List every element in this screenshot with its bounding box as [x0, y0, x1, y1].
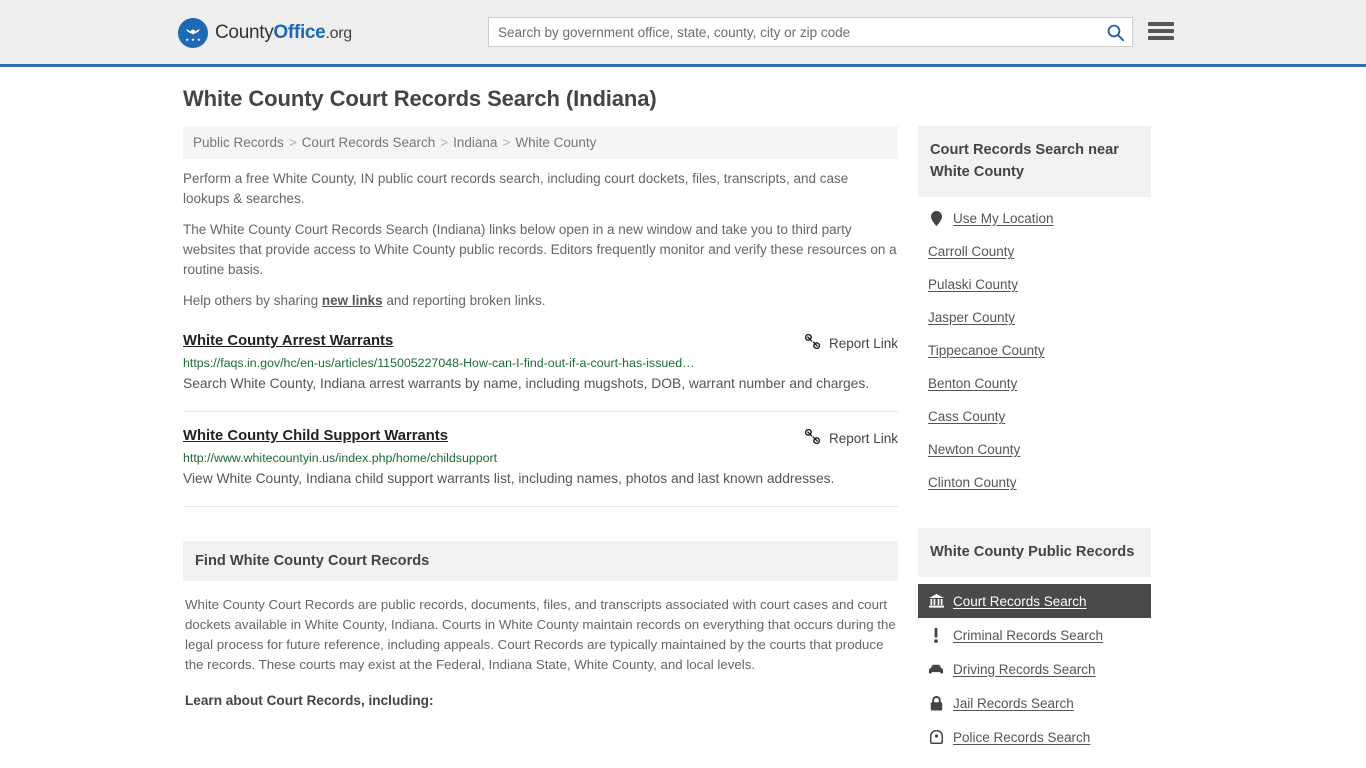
- sidebar-public-records-block: White County Public Records Court Record…: [918, 528, 1151, 754]
- results-list: White County Arrest Warrants Report Link: [183, 333, 898, 507]
- sidebar-public-records-list: Court Records Search Criminal Records Se…: [918, 577, 1151, 754]
- learn-about-heading: Learn about Court Records, including:: [185, 693, 434, 708]
- breadcrumb: Public Records > Court Records Search > Indi…: [183, 126, 898, 159]
- page-container: White County Court Records Search (India…: [183, 67, 1183, 754]
- intro-paragraph-3: Help others by sharing new links and rep…: [183, 291, 898, 311]
- find-records-heading: Find White County Court Records: [183, 541, 898, 581]
- find-records-body: White County Court Records are public re…: [183, 581, 898, 711]
- sidebar-item-label: Court Records Search: [953, 593, 1087, 609]
- sidebar-item-clinton-county[interactable]: Clinton County: [918, 466, 1151, 499]
- breadcrumb-item-indiana[interactable]: Indiana: [453, 135, 497, 150]
- search-bar: [488, 17, 1133, 47]
- intro-p3-before: Help others by sharing: [183, 293, 322, 308]
- find-records-paragraph: White County Court Records are public re…: [185, 597, 896, 672]
- search-icon[interactable]: [1105, 22, 1125, 42]
- new-links-link[interactable]: new links: [322, 293, 383, 308]
- report-link-label: Report Link: [828, 430, 898, 446]
- breadcrumb-separator: >: [440, 135, 449, 150]
- sidebar-item-label: Jasper County: [928, 310, 1016, 325]
- intro-text: Perform a free White County, IN public c…: [183, 169, 898, 311]
- sidebar-item-label: Benton County: [928, 376, 1018, 391]
- sidebar-item-label: Cass County: [928, 409, 1006, 424]
- sidebar-item-newton-county[interactable]: Newton County: [918, 433, 1151, 466]
- hamburger-bar: [1148, 22, 1174, 26]
- main-content: Public Records > Court Records Search > Indi…: [183, 126, 898, 711]
- sidebar-item-cass-county[interactable]: Cass County: [918, 400, 1151, 433]
- intro-p3-after: and reporting broken links.: [382, 293, 546, 308]
- breadcrumb-item-public-records[interactable]: Public Records: [193, 135, 284, 150]
- sidebar-item-jail-records-search[interactable]: Jail Records Search: [918, 686, 1151, 720]
- sidebar-near-list: Use My Location Carroll County Pulaski C…: [918, 197, 1151, 499]
- breadcrumb-separator: >: [502, 135, 511, 150]
- result-item: White County Arrest Warrants Report Link: [183, 333, 898, 412]
- report-link-label: Report Link: [828, 335, 898, 351]
- result-description: Search White County, Indiana arrest warr…: [183, 376, 870, 391]
- sidebar-item-label: Driving Records Search: [953, 661, 1096, 677]
- sidebar-item-label: Carroll County: [928, 244, 1015, 259]
- sidebar-item-court-records-search[interactable]: Court Records Search: [918, 584, 1151, 618]
- sidebar-item-pulaski-county[interactable]: Pulaski County: [918, 268, 1151, 301]
- car-icon: [928, 661, 944, 677]
- courthouse-icon: [928, 593, 944, 609]
- breadcrumb-separator: >: [288, 135, 297, 150]
- broken-link-icon: [804, 428, 821, 447]
- breadcrumb-item-white-county[interactable]: White County: [515, 135, 596, 150]
- sidebar-item-tippecanoe-county[interactable]: Tippecanoe County: [918, 334, 1151, 367]
- intro-paragraph-1: Perform a free White County, IN public c…: [183, 171, 849, 206]
- report-link-button[interactable]: Report Link: [804, 428, 898, 447]
- hamburger-bar: [1148, 36, 1174, 40]
- sidebar-public-records-heading: White County Public Records: [918, 528, 1151, 577]
- search-box[interactable]: [488, 17, 1133, 47]
- report-link-button[interactable]: Report Link: [804, 333, 898, 352]
- sidebar-near-heading: Court Records Search near White County: [918, 126, 1151, 197]
- sidebar-item-police-records-search[interactable]: Police Records Search: [918, 720, 1151, 754]
- logo-text-county: County: [215, 22, 274, 43]
- sidebar-item-use-my-location[interactable]: Use My Location: [918, 201, 1151, 235]
- sidebar-item-benton-county[interactable]: Benton County: [918, 367, 1151, 400]
- result-url: http://www.whitecountyin.us/index.php/ho…: [183, 451, 498, 465]
- map-pin-icon: [928, 210, 944, 226]
- breadcrumb-item-court-records-search[interactable]: Court Records Search: [302, 135, 436, 150]
- logo-text-org: .org: [325, 25, 352, 42]
- sidebar-item-label: Police Records Search: [953, 729, 1091, 745]
- result-url: https://faqs.in.gov/hc/en-us/articles/11…: [183, 356, 695, 370]
- sidebar-item-label: Criminal Records Search: [953, 627, 1104, 643]
- sidebar-item-label: Jail Records Search: [953, 695, 1074, 711]
- sidebar-item-criminal-records-search[interactable]: Criminal Records Search: [918, 618, 1151, 652]
- page-title: White County Court Records Search (India…: [183, 86, 657, 111]
- logo-wordmark: CountyOffice.org: [215, 22, 352, 44]
- sidebar-item-jasper-county[interactable]: Jasper County: [918, 301, 1151, 334]
- hamburger-menu-icon[interactable]: [1148, 20, 1174, 42]
- result-title-link[interactable]: White County Arrest Warrants: [183, 333, 393, 349]
- search-input[interactable]: [489, 18, 1132, 46]
- hamburger-bar: [1148, 29, 1174, 33]
- police-badge-icon: [928, 729, 944, 745]
- sidebar-item-driving-records-search[interactable]: Driving Records Search: [918, 652, 1151, 686]
- sidebar-near-block: Court Records Search near White County U…: [918, 126, 1151, 499]
- sidebar-item-label: Newton County: [928, 442, 1021, 457]
- intro-paragraph-2: The White County Court Records Search (I…: [183, 222, 897, 277]
- sidebar-item-label: Pulaski County: [928, 277, 1019, 292]
- eagle-seal-icon: [178, 18, 208, 48]
- logo-text-office: Office: [273, 22, 326, 43]
- sidebar-item-carroll-county[interactable]: Carroll County: [918, 235, 1151, 268]
- sidebar-item-label: Use My Location: [953, 210, 1054, 226]
- site-header: CountyOffice.org: [0, 0, 1366, 67]
- result-description: View White County, Indiana child support…: [183, 471, 835, 486]
- result-item: White County Child Support Warrants Repo…: [183, 428, 898, 507]
- broken-link-icon: [804, 333, 821, 352]
- result-title-link[interactable]: White County Child Support Warrants: [183, 428, 448, 444]
- sidebar-item-label: Tippecanoe County: [928, 343, 1045, 358]
- exclamation-icon: [928, 627, 944, 643]
- sidebar: Court Records Search near White County U…: [918, 126, 1151, 754]
- lock-icon: [928, 695, 944, 711]
- site-logo[interactable]: CountyOffice.org: [178, 18, 352, 48]
- sidebar-item-label: Clinton County: [928, 475, 1017, 490]
